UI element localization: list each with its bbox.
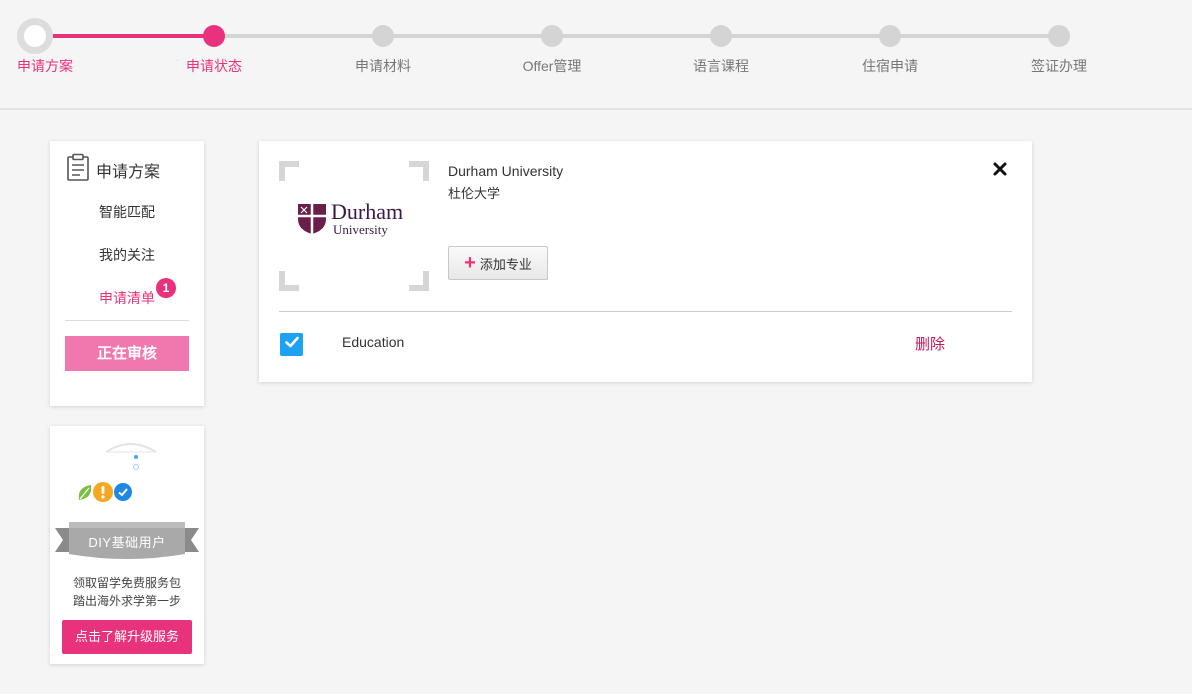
university-name-en: Durham University — [448, 163, 564, 179]
delete-major-link[interactable]: 删除 — [915, 333, 945, 354]
sidebar-item-smart-match[interactable]: 智能匹配 — [50, 202, 204, 222]
step-dot — [710, 25, 732, 47]
sidebar-header: 申请方案 — [66, 153, 160, 186]
step-label: 住宿申请 — [862, 58, 918, 74]
sidebar-title: 申请方案 — [96, 163, 161, 181]
sidebar-divider — [65, 320, 189, 321]
university-name-zh: 杜伦大学 — [448, 186, 501, 201]
frame-corner — [409, 271, 429, 291]
user-level-label: DIY基础用户 — [88, 535, 166, 550]
major-checkbox[interactable] — [280, 333, 303, 356]
checkmark-icon — [284, 334, 300, 355]
logo-wordmark: Durham University — [331, 199, 404, 237]
under-review-button[interactable]: 正在审核 — [65, 336, 189, 371]
step-accommodation[interactable]: 住宿申请 — [835, 0, 945, 90]
clipboard-icon — [66, 153, 90, 186]
add-major-button[interactable]: + 添加专业 — [448, 246, 548, 280]
step-dot — [541, 25, 563, 47]
warning-icon — [93, 482, 113, 507]
step-dot — [1048, 25, 1070, 47]
major-name: Education — [342, 334, 405, 350]
close-icon — [992, 162, 1008, 181]
step-language-course[interactable]: 语言课程 — [666, 0, 776, 90]
step-offer-management[interactable]: Offer管理 — [497, 0, 607, 90]
step-label: Offer管理 — [522, 58, 582, 74]
step-dot — [879, 25, 901, 47]
count-badge: 1 — [156, 278, 176, 298]
sidebar-item-my-follows[interactable]: 我的关注 — [50, 245, 204, 265]
step-label: 语言课程 — [693, 58, 749, 74]
step-application-plan[interactable]: 申请方案 — [0, 0, 100, 90]
sidebar-card: 申请方案 智能匹配 我的关注 申请清单 1 正在审核 — [50, 141, 204, 406]
step-dot — [372, 25, 394, 47]
plus-icon: + — [464, 252, 476, 274]
application-card: Durham University Durham University 杜伦大学… — [259, 141, 1032, 382]
university-logo-frame: Durham University — [279, 161, 429, 291]
step-dot — [203, 25, 225, 47]
sidebar-item-application-list[interactable]: 申请清单 — [50, 288, 204, 308]
frame-corner — [409, 161, 429, 181]
step-label: 签证办理 — [1031, 58, 1087, 74]
durham-university-logo: Durham University — [297, 201, 403, 236]
durham-crest-icon — [298, 203, 326, 234]
progress-stepper: 申请方案 申请状态 申请材料 Offer管理 语言课程 住宿申请 签证办理 — [0, 0, 1192, 110]
leaf-icon — [77, 484, 93, 507]
step-dot — [17, 18, 53, 54]
promo-text: 领取留学免费服务包 踏出海外求学第一步 — [50, 574, 204, 610]
step-application-materials[interactable]: 申请材料 — [328, 0, 438, 90]
remove-university-button[interactable] — [992, 161, 1008, 177]
promo-line-2: 踏出海外求学第一步 — [72, 594, 181, 608]
promo-line-1: 领取留学免费服务包 — [72, 576, 181, 590]
logo-word: Durham — [331, 199, 404, 224]
step-application-status[interactable]: 申请状态 — [159, 0, 269, 90]
promo-card: DIY基础用户 领取留学免费服务包 踏出海外求学第一步 点击了解升级服务 — [50, 426, 204, 664]
step-label: 申请状态 — [186, 58, 242, 74]
step-visa[interactable]: 签证办理 — [1004, 0, 1114, 90]
verified-check-icon — [114, 483, 132, 506]
step-label: 申请方案 — [17, 58, 73, 74]
add-major-label: 添加专业 — [479, 256, 532, 272]
frame-corner — [279, 161, 299, 181]
step-label: 申请材料 — [355, 58, 411, 74]
card-divider — [279, 311, 1012, 312]
frame-corner — [279, 271, 299, 291]
upgrade-service-button[interactable]: 点击了解升级服务 — [62, 620, 192, 654]
logo-subword: University — [333, 222, 388, 237]
